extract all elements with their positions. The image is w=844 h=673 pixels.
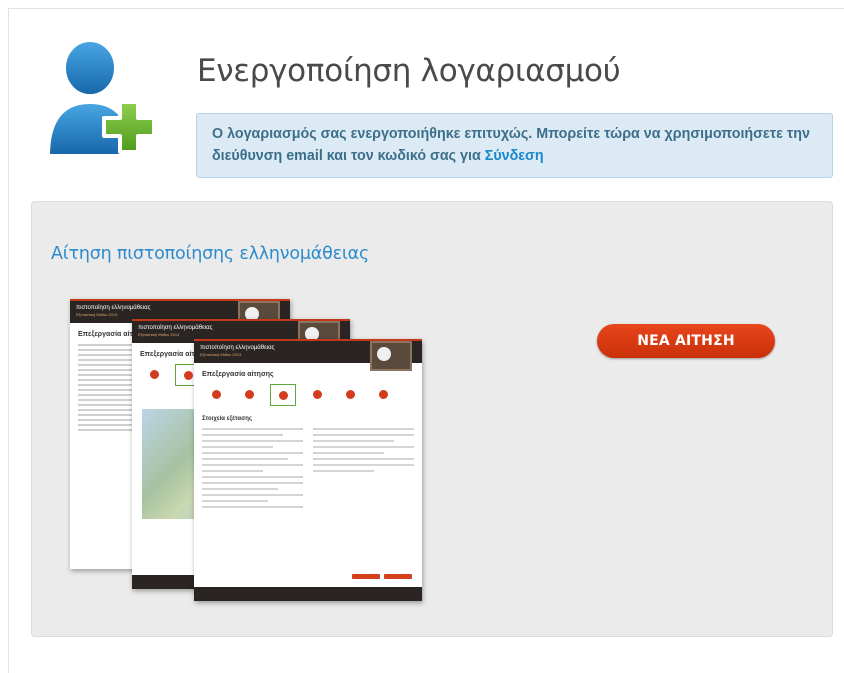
new-application-button[interactable]: ΝΕΑ ΑΙΤΗΣΗ xyxy=(597,324,775,358)
success-alert: Ο λογαριασμός σας ενεργοποιήθηκε επιτυχώ… xyxy=(196,113,833,178)
preview-doc-section: Στοιχεία εξέτασης xyxy=(202,416,252,422)
application-preview-image: πιστοποίηση ελληνομάθειας Εξεταστική Μαΐο… xyxy=(70,299,458,601)
application-panel: Αίτηση πιστοποίησης ελληνομάθειας πιστοπ… xyxy=(31,201,833,637)
preview-doc-front: πιστοποίηση ελληνομάθειας Εξεταστική Μαΐο… xyxy=(194,339,422,601)
user-add-icon xyxy=(45,38,156,158)
panel-title: Αίτηση πιστοποίησης ελληνομάθειας xyxy=(51,244,370,264)
login-link[interactable]: Σύνδεση xyxy=(485,148,544,164)
page-title: Ενεργοποίηση λογαριασμού xyxy=(197,53,621,89)
